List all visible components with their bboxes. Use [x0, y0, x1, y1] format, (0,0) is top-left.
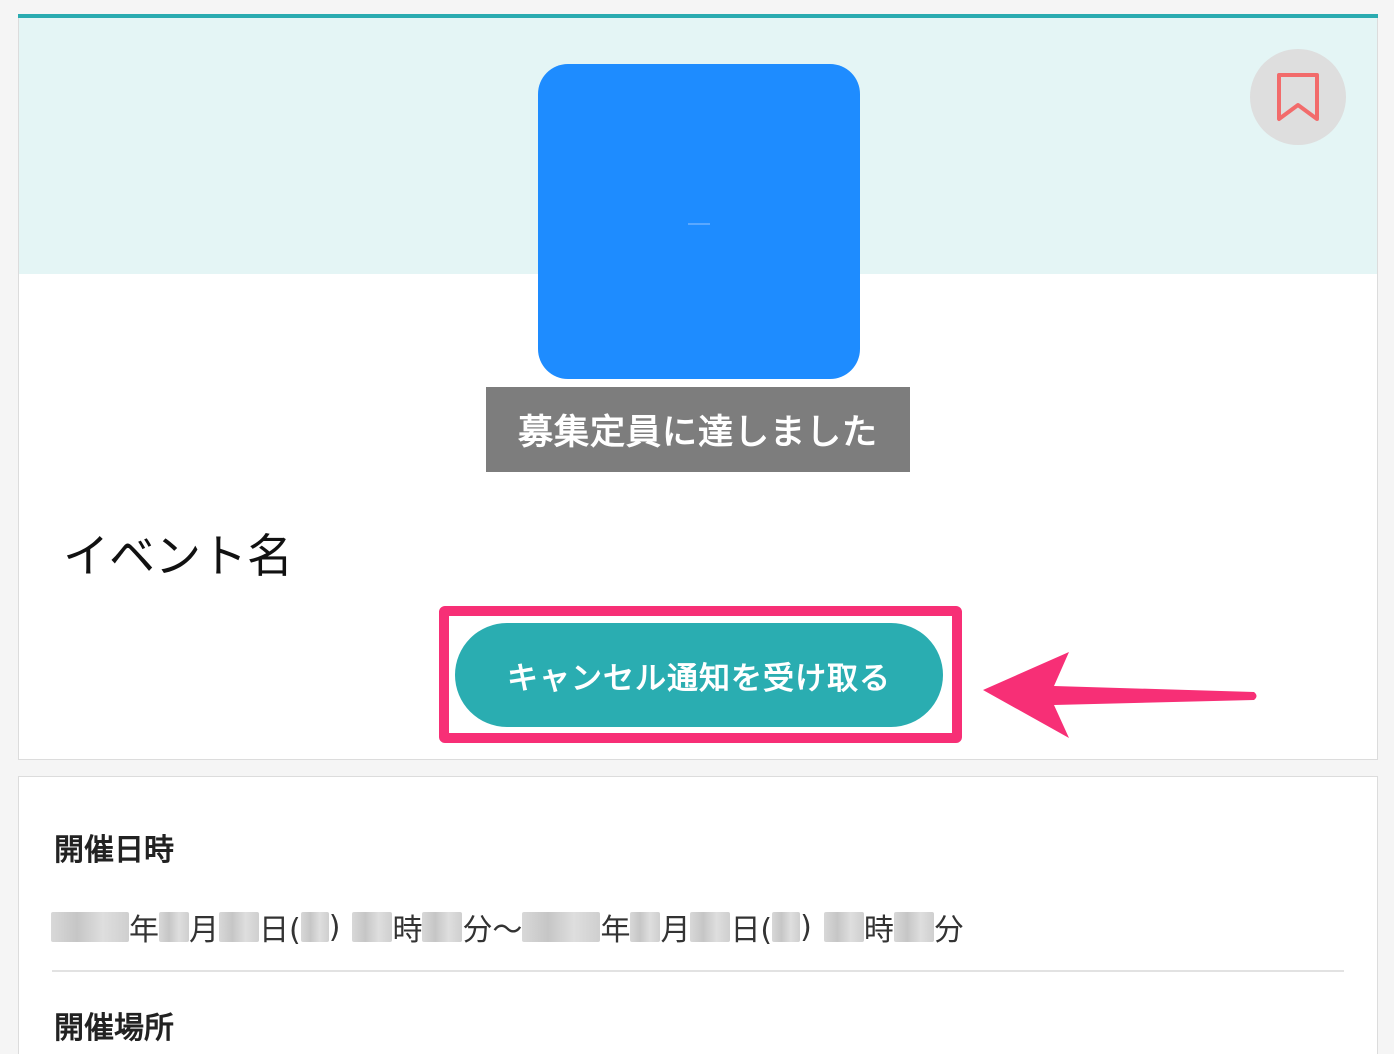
event-card: 募集定員に達しました イベント名 キャンセル通知を受け取る: [18, 14, 1378, 760]
arrow-left-icon: [983, 652, 1257, 738]
cancel-notification-button[interactable]: キャンセル通知を受け取る: [455, 623, 943, 727]
datetime-part: ): [800, 909, 812, 945]
datetime-part: 日(: [259, 913, 301, 948]
event-image: [538, 64, 860, 379]
redacted-text: [630, 912, 661, 942]
bookmark-icon: [1277, 73, 1319, 121]
redacted-text: [772, 912, 801, 942]
datetime-heading: 開催日時: [54, 833, 174, 868]
divider: [52, 970, 1344, 972]
datetime-part: 年: [600, 913, 631, 948]
redacted-text: [522, 912, 601, 942]
redacted-text: [422, 912, 463, 942]
datetime-part: 日(: [730, 913, 773, 948]
bookmark-button[interactable]: [1250, 49, 1346, 145]
redacted-text: [159, 912, 189, 942]
datetime-value: 年 月 日( ) 時 分〜 年 月 日( ) 時 分: [51, 905, 964, 949]
datetime-part: 分: [933, 913, 964, 948]
redacted-text: [823, 912, 864, 942]
datetime-part: 月: [189, 913, 219, 948]
event-image-mark: [688, 223, 710, 225]
redacted-text: [690, 912, 731, 942]
datetime-part: 年: [129, 913, 159, 948]
redacted-text: [219, 912, 259, 942]
full-capacity-badge: 募集定員に達しました: [486, 387, 910, 472]
datetime-part: 時: [863, 913, 894, 948]
datetime-part: 時: [392, 913, 423, 948]
datetime-part: 分〜: [462, 913, 523, 948]
redacted-text: [51, 912, 129, 942]
datetime-part: 月: [660, 913, 691, 948]
redacted-text: [300, 912, 329, 942]
redacted-text: [893, 912, 934, 942]
datetime-part: ): [328, 909, 341, 945]
details-card: 開催日時 年 月 日( ) 時 分〜 年 月 日( ) 時 分 開催場所: [18, 776, 1378, 1054]
venue-heading: 開催場所: [54, 1011, 174, 1046]
event-title: イベント名: [63, 529, 293, 583]
redacted-text: [352, 912, 393, 942]
